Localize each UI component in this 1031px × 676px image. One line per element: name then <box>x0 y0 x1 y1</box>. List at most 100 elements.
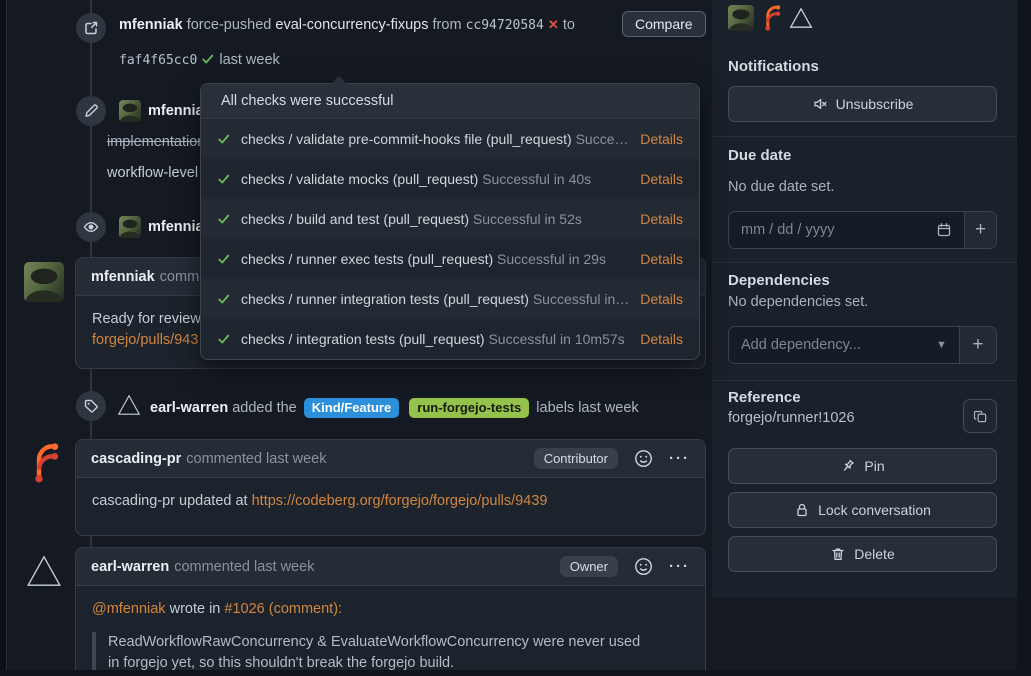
scrollbar-gutter[interactable] <box>1017 0 1031 676</box>
username[interactable]: cascading-pr <box>91 451 181 467</box>
username[interactable]: earl-warren <box>91 559 169 575</box>
calendar-icon[interactable] <box>936 222 952 238</box>
avatar[interactable] <box>119 216 141 238</box>
avatar-mfenniak[interactable] <box>24 262 64 302</box>
reference-value: forgejo/runner!1026 <box>728 410 855 426</box>
force-push-event-line2: faf4f65cc0 last week <box>119 52 280 68</box>
username[interactable]: mfenniak <box>91 269 155 285</box>
failed-status-icon: ✕ <box>548 17 559 32</box>
copy-reference-button[interactable] <box>963 399 997 433</box>
avatar-cascading-pr[interactable] <box>24 443 64 483</box>
add-due-date-button[interactable]: + <box>964 212 996 248</box>
check-row: checks / build and test (pull_request) S… <box>201 199 699 239</box>
codeberg-pr-link[interactable]: https://codeberg.org/forgejo/forgejo/pul… <box>252 493 548 509</box>
bubble-tail <box>75 560 76 576</box>
check-row: checks / runner exec tests (pull_request… <box>201 239 699 279</box>
success-check-icon <box>217 212 231 226</box>
success-check-icon <box>217 172 231 186</box>
comment-menu-icon[interactable]: ··· <box>669 450 690 467</box>
details-link[interactable]: Details <box>640 331 683 347</box>
details-link[interactable]: Details <box>640 251 683 267</box>
compare-button[interactable]: Compare <box>622 11 706 37</box>
comment-menu-icon[interactable]: ··· <box>669 558 690 575</box>
branch-name: eval-concurrency-fixups <box>275 17 428 33</box>
checks-popup: All checks were successful checks / vali… <box>200 83 700 360</box>
commit-hash-to[interactable]: faf4f65cc0 <box>119 53 197 68</box>
check-row: checks / runner integration tests (pull_… <box>201 279 699 319</box>
chevron-down-icon: ▼ <box>936 339 947 351</box>
avatar-earl-warren[interactable] <box>24 551 64 591</box>
commit-hash-from[interactable]: cc94720584 <box>466 18 544 33</box>
mute-icon <box>812 96 828 112</box>
edit-pencil-icon <box>76 96 106 126</box>
emoji-reaction-icon[interactable] <box>634 449 653 468</box>
pin-icon <box>840 458 856 474</box>
window-left-edge <box>0 0 7 676</box>
divider <box>712 136 1017 137</box>
due-date-input[interactable] <box>741 222 928 238</box>
check-row: checks / validate mocks (pull_request) S… <box>201 159 699 199</box>
comment-header: earl-warren commented last week Owner ··… <box>76 548 705 586</box>
avatar-earl-warren[interactable] <box>116 392 142 418</box>
divider <box>712 380 1017 381</box>
username[interactable]: mfenniak <box>119 17 183 33</box>
due-date-input-wrap <box>729 212 964 248</box>
success-check-icon <box>217 292 231 306</box>
username[interactable]: earl-warren <box>150 400 228 416</box>
quoted-text: ReadWorkflowRawConcurrency & EvaluateWor… <box>92 632 689 674</box>
lock-icon <box>794 502 810 518</box>
role-badge: Contributor <box>534 448 618 469</box>
lock-conversation-button[interactable]: Lock conversation <box>728 492 997 528</box>
dependency-control: ▼ + <box>728 326 997 364</box>
checks-popup-title: All checks were successful <box>201 84 699 119</box>
pull-request-page: mfenniak force-pushed eval-concurrency-f… <box>0 0 1031 676</box>
tag-icon <box>76 391 106 421</box>
unsubscribe-button[interactable]: Unsubscribe <box>728 86 997 122</box>
avatar[interactable] <box>119 100 141 122</box>
force-push-event: mfenniak force-pushed eval-concurrency-f… <box>119 17 575 33</box>
comment-header: cascading-pr commented last week Contrib… <box>76 440 705 478</box>
comment-body: cascading-pr updated at https://codeberg… <box>76 478 705 525</box>
due-date-heading: Due date <box>728 147 791 164</box>
quote-reference: @mfenniak wrote in #1026 (comment): <box>92 599 689 620</box>
new-title: workflow-level <box>107 165 198 181</box>
details-link[interactable]: Details <box>640 291 683 307</box>
dependencies-heading: Dependencies <box>728 272 830 289</box>
old-title: implementation <box>107 134 205 150</box>
success-check-icon[interactable] <box>201 52 215 66</box>
details-link[interactable]: Details <box>640 171 683 187</box>
dependency-select[interactable]: ▼ <box>729 327 959 363</box>
add-dependency-button[interactable]: + <box>959 327 996 363</box>
mention-link[interactable]: @mfenniak <box>92 601 166 617</box>
due-date-control: + <box>728 211 997 249</box>
emoji-reaction-icon[interactable] <box>634 557 653 576</box>
label-run-forgejo-tests[interactable]: run-forgejo-tests <box>409 398 529 418</box>
comment-body: @mfenniak wrote in #1026 (comment): Read… <box>76 586 705 676</box>
checks-list: checks / validate pre-commit-hooks file … <box>201 119 699 359</box>
popup-arrow <box>331 76 347 84</box>
eye-icon <box>76 212 106 242</box>
pin-button[interactable]: Pin <box>728 448 997 484</box>
success-check-icon <box>217 132 231 146</box>
notifications-heading: Notifications <box>728 58 819 75</box>
details-link[interactable]: Details <box>640 131 683 147</box>
details-link[interactable]: Details <box>640 211 683 227</box>
force-push-icon <box>76 13 106 43</box>
participant-avatar-earl-warren[interactable] <box>788 5 814 31</box>
comment-earl-warren: earl-warren commented last week Owner ··… <box>75 547 706 676</box>
label-kind-feature[interactable]: Kind/Feature <box>304 398 399 418</box>
window-bottom-edge <box>0 670 1031 676</box>
reference-heading: Reference <box>728 389 801 406</box>
due-date-empty-text: No due date set. <box>728 179 834 195</box>
comment-ref-link[interactable]: #1026 (comment): <box>224 601 342 617</box>
comment-cascading-pr: cascading-pr commented last week Contrib… <box>75 439 706 536</box>
bubble-tail <box>75 452 76 468</box>
delete-button[interactable]: Delete <box>728 536 997 572</box>
participant-avatar-mfenniak[interactable] <box>728 5 754 31</box>
issue-sidebar: Notifications Unsubscribe Due date No du… <box>712 0 1017 598</box>
participant-avatar-cascading-pr[interactable] <box>758 5 784 31</box>
pr-link[interactable]: forgejo/pulls/943 <box>92 332 198 348</box>
role-badge: Owner <box>560 556 618 577</box>
dependency-input[interactable] <box>741 337 928 353</box>
labels-event: earl-warren added the Kind/Feature run-f… <box>150 398 639 418</box>
